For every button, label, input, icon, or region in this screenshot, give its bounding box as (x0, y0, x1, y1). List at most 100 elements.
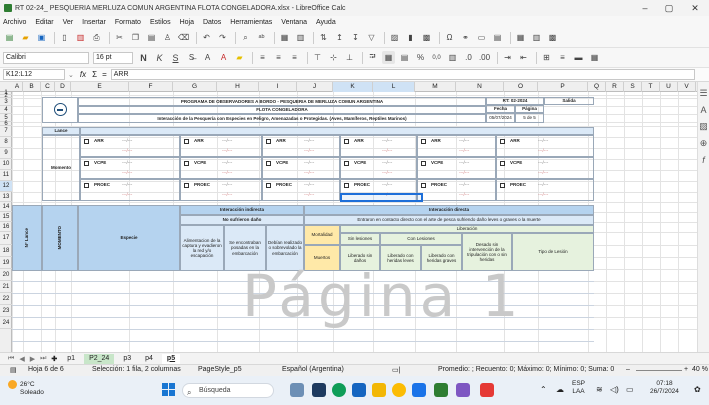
row-header-9[interactable]: 9 (0, 148, 12, 159)
sheet-tab-p5[interactable]: p5 (161, 353, 181, 364)
species-checkbox[interactable] (421, 139, 426, 144)
row-header-11[interactable]: 11 (0, 170, 12, 181)
species-cell[interactable] (180, 179, 262, 201)
species-cell[interactable] (262, 179, 340, 201)
taskbar-app-widgets-icon[interactable] (290, 383, 304, 397)
species-checkbox[interactable] (266, 161, 271, 166)
column-header-b[interactable]: B (23, 82, 41, 92)
shadow-icon[interactable]: A (201, 51, 214, 64)
comment-icon[interactable]: ▭ (475, 31, 488, 44)
add-decimal-icon[interactable]: .0 (462, 51, 475, 64)
keyboard-language[interactable]: ESP LAA (572, 380, 585, 397)
species-checkbox[interactable] (500, 161, 505, 166)
column-header-f[interactable]: F (129, 82, 173, 92)
species-cell[interactable] (417, 179, 496, 201)
menu-estilos[interactable]: Estilos (150, 19, 171, 26)
species-checkbox[interactable] (344, 183, 349, 188)
prev-sheet-icon[interactable]: ◀ (19, 355, 24, 363)
remove-decimal-icon[interactable]: .00 (478, 51, 491, 64)
column-header-r[interactable]: R (606, 82, 624, 92)
zoom-in-icon[interactable]: + (684, 366, 688, 373)
column-header-s[interactable]: S (624, 82, 642, 92)
font-name-combo[interactable]: Calibri (3, 51, 89, 64)
species-checkbox[interactable] (421, 183, 426, 188)
borders-icon[interactable]: ⊞ (540, 51, 553, 64)
conditional-format-icon[interactable]: ▦ (588, 51, 601, 64)
sheet-tab-p3[interactable]: p3 (118, 354, 136, 364)
menu-datos[interactable]: Datos (203, 19, 221, 26)
row-header-20[interactable]: 20 (0, 269, 12, 281)
sort-descending-icon[interactable]: ↧ (349, 31, 362, 44)
taskbar-app-store-icon[interactable] (412, 383, 426, 397)
font-size-combo[interactable]: 16 pt (93, 51, 133, 64)
currency-icon[interactable]: ▤ (398, 51, 411, 64)
formula-button[interactable]: = (102, 70, 107, 79)
pivot-table-icon[interactable]: ▩ (420, 31, 433, 44)
row-header-10[interactable]: 10 (0, 159, 12, 170)
font-color-icon[interactable]: A (217, 51, 230, 64)
column-header-m[interactable]: M (415, 82, 456, 92)
align-bottom-icon[interactable]: ⊥ (343, 51, 356, 64)
species-cell[interactable] (417, 135, 496, 157)
highlight-icon[interactable]: ▰ (233, 51, 246, 64)
export-pdf-icon[interactable]: ▯ (58, 31, 71, 44)
species-cell[interactable] (262, 135, 340, 157)
selected-cell-range[interactable] (340, 193, 423, 202)
find-icon[interactable]: ⌕ (239, 31, 252, 44)
species-cell[interactable] (180, 135, 262, 157)
row-header-7[interactable]: 7 (0, 126, 12, 137)
column-header-d[interactable]: D (55, 82, 71, 92)
column-header-a[interactable]: A (12, 82, 23, 92)
taskbar-app-chrome-icon[interactable] (392, 383, 406, 397)
row-header-19[interactable]: 19 (0, 257, 12, 269)
wrap-text-icon[interactable]: ⮒ (366, 51, 379, 64)
taskbar-app-vivaldi-icon[interactable] (480, 383, 494, 397)
menu-insertar[interactable]: Insertar (82, 19, 106, 26)
merge-center-icon[interactable]: ▦ (382, 51, 395, 64)
underline-button[interactable]: S (169, 51, 182, 64)
chart-icon[interactable]: ▮ (404, 31, 417, 44)
row-header-8[interactable]: 8 (0, 137, 12, 148)
name-box[interactable]: K12:L12 (3, 69, 65, 80)
undo-icon[interactable]: ↶ (200, 31, 213, 44)
status-sheet[interactable]: Hoja 6 de 6 (28, 366, 64, 373)
row-header-23[interactable]: 23 (0, 305, 12, 317)
save-icon[interactable]: ▣ (35, 31, 48, 44)
column-header-k[interactable]: K (333, 82, 373, 92)
species-checkbox[interactable] (344, 139, 349, 144)
column-header-p[interactable]: P (538, 82, 588, 92)
row-header-17[interactable]: 17 (0, 232, 12, 245)
copy-icon[interactable]: ❐ (129, 31, 142, 44)
next-sheet-icon[interactable]: ▶ (30, 355, 35, 363)
table-row[interactable] (12, 333, 594, 342)
species-cell[interactable] (340, 157, 417, 179)
sort-icon[interactable]: ⇅ (317, 31, 330, 44)
species-checkbox[interactable] (84, 139, 89, 144)
sheet-area[interactable]: PROGRAMA DE OBSERVADORES A BORDO - PESQU… (12, 92, 697, 352)
lance-row[interactable] (80, 127, 594, 135)
zoom-out-icon[interactable]: – (626, 366, 630, 373)
align-left-icon[interactable]: ≡ (256, 51, 269, 64)
minimize-button[interactable]: – (634, 0, 656, 16)
clone-icon[interactable]: ♙ (161, 31, 174, 44)
menu-ver[interactable]: Ver (63, 19, 74, 26)
zoom-level[interactable]: 40 % (692, 366, 708, 373)
column-header-v[interactable]: V (678, 82, 696, 92)
spellcheck-icon[interactable]: ᵃᵇ (255, 31, 268, 44)
row-header-14[interactable]: 14 (0, 202, 12, 212)
pdf-icon[interactable]: ▥ (74, 31, 87, 44)
cut-icon[interactable]: ✂ (113, 31, 126, 44)
row-header-24[interactable]: 24 (0, 317, 12, 329)
gallery-icon[interactable]: ▨ (698, 121, 709, 132)
hyperlink-icon[interactable]: ⚭ (459, 31, 472, 44)
spreadsheet-grid[interactable]: ABCDEFGHIJKLMNOPQRSTUV 1 2 3 4 5 6 7 8 9 10 11 12 13… (0, 82, 697, 352)
taskbar-app-photos-icon[interactable] (456, 383, 470, 397)
species-cell[interactable] (340, 135, 417, 157)
menu-editar[interactable]: Editar (35, 19, 53, 26)
species-checkbox[interactable] (84, 161, 89, 166)
tray-chevron-icon[interactable]: ⌃ (540, 385, 547, 395)
bold-button[interactable]: N (137, 51, 150, 64)
species-cell[interactable] (262, 157, 340, 179)
row-header-13[interactable]: 13 (0, 192, 12, 202)
taskbar-app-mail-icon[interactable] (352, 383, 366, 397)
